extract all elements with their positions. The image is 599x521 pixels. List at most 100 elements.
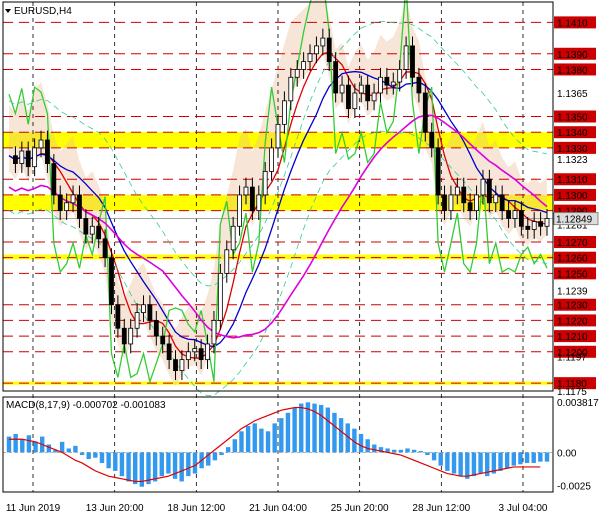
macd-bar-36 — [245, 426, 251, 453]
macd-bar-76 — [511, 452, 516, 466]
macd-bar-67 — [451, 452, 457, 474]
candle-body-54 — [352, 92, 358, 110]
candle-body-78 — [506, 210, 511, 219]
candle-body-9 — [64, 202, 70, 212]
macd-bar-16 — [113, 452, 118, 471]
candle-body-22 — [147, 304, 153, 321]
candle-body-2 — [19, 150, 25, 164]
price-chart[interactable]: 11 Jun 2019 13 Jun 20:00 18 Jun 12:00 21 Ju… — [0, 0, 599, 521]
candle-body-28 — [185, 351, 191, 361]
macd-bar-13 — [93, 452, 98, 458]
macd-label: MACD(8,17,9) -0.000702 -0.001083 — [6, 400, 166, 411]
level-tag-label-1.1330: 1.1330 — [557, 144, 588, 155]
candle-body-75 — [486, 178, 492, 204]
macd-bar-39 — [265, 431, 271, 453]
symbol-label: EURUSD,H4 — [14, 6, 72, 17]
macd-bar-19 — [132, 452, 138, 485]
candle-body-52 — [339, 84, 345, 94]
macd-bar-70 — [471, 452, 477, 477]
candle-body-56 — [365, 84, 371, 102]
macd-bar-60 — [405, 448, 410, 453]
y-tick-label-3: 1.1239 — [557, 287, 588, 298]
candle-body-31 — [205, 343, 210, 361]
macd-bar-61 — [411, 449, 417, 453]
candle-body-20 — [134, 312, 140, 329]
candle-body-70 — [454, 186, 460, 196]
macd-bar-77 — [518, 452, 523, 465]
macd-bar-38 — [259, 428, 264, 453]
candle-body-42 — [275, 123, 281, 149]
macd-bar-37 — [252, 423, 257, 453]
macd-bar-55 — [372, 444, 377, 453]
level-tag-label-1.1300: 1.1300 — [557, 191, 588, 202]
macd-bar-34 — [232, 439, 238, 453]
macd-bar-48 — [325, 407, 331, 453]
x-tick-label-3: 21 Jun 04:00 — [249, 503, 307, 514]
candle-body-27 — [179, 359, 185, 372]
candle-body-11 — [77, 194, 82, 219]
macd-bar-42 — [285, 412, 291, 453]
macd-bar-81 — [544, 452, 550, 462]
y-tick-label-0: 1.1365 — [557, 89, 588, 100]
level-tag-label-1.1390: 1.1390 — [557, 50, 588, 61]
macd-bar-9 — [66, 448, 71, 453]
macd-bar-54 — [365, 439, 370, 453]
macd-bar-17 — [119, 452, 125, 477]
level-tag-label-1.1220: 1.1220 — [557, 316, 588, 327]
candle-body-39 — [256, 194, 262, 212]
macd-bar-65 — [438, 452, 443, 466]
macd-bar-18 — [126, 452, 131, 482]
x-tick-label-5: 28 Jun 12:00 — [412, 503, 470, 514]
macd-bar-22 — [152, 452, 158, 482]
candle-body-35 — [230, 225, 236, 251]
candle-body-32 — [211, 320, 217, 345]
candle-body-10 — [70, 194, 76, 204]
level-tag-label-1.1250: 1.1250 — [557, 269, 588, 280]
macd-bar-59 — [398, 449, 404, 453]
macd-bar-71 — [478, 452, 483, 474]
level-tag-label-1.1350: 1.1350 — [557, 113, 588, 124]
macd-bar-74 — [498, 452, 503, 471]
candle-body-34 — [224, 249, 230, 274]
candle-body-49 — [320, 37, 326, 47]
level-tag-label-1.1410: 1.1410 — [557, 18, 588, 29]
candle-body-19 — [128, 327, 134, 345]
macd-bar-15 — [106, 452, 111, 469]
macd-bar-64 — [431, 452, 437, 461]
macd-y-tick-label-0: 0.003817 — [557, 398, 599, 409]
candle-body-21 — [141, 304, 146, 313]
macd-bar-47 — [318, 404, 324, 453]
candle-body-67 — [435, 147, 441, 196]
macd-bar-11 — [79, 452, 85, 456]
level-tag-label-1.1210: 1.1210 — [557, 332, 588, 343]
candle-body-58 — [378, 76, 383, 94]
candle-body-68 — [442, 194, 447, 212]
level-tag-label-1.1230: 1.1230 — [557, 301, 588, 312]
candle-body-76 — [493, 194, 499, 204]
x-tick-label-4: 25 Jun 20:00 — [331, 503, 389, 514]
candle-body-38 — [249, 186, 255, 212]
y-tick-label-4: 1.1197 — [557, 352, 587, 363]
macd-bar-4 — [33, 441, 38, 453]
macd-bar-68 — [458, 452, 463, 477]
candle-body-36 — [237, 194, 242, 227]
macd-bar-80 — [538, 452, 543, 462]
candle-body-44 — [288, 76, 294, 102]
level-tag-label-1.1310: 1.1310 — [557, 175, 588, 186]
candle-body-81 — [525, 225, 531, 230]
x-tick-label-1: 13 Jun 20:00 — [86, 503, 144, 514]
macd-bar-75 — [504, 452, 510, 469]
candle-body-29 — [192, 348, 198, 353]
macd-bar-44 — [299, 403, 304, 453]
macd-bar-10 — [73, 445, 78, 453]
y-tick-label-1: 1.1323 — [557, 155, 588, 166]
macd-bar-79 — [531, 452, 536, 463]
macd-y-tick-label-2: -0.0025 — [557, 481, 591, 492]
candle-body-79 — [512, 210, 518, 219]
macd-bar-23 — [159, 452, 164, 477]
macd-bar-33 — [225, 447, 231, 453]
macd-y-tick-label-1: 0.00 — [557, 448, 577, 459]
candle-body-30 — [198, 348, 204, 361]
candle-body-14 — [96, 225, 102, 240]
candle-body-3 — [25, 150, 31, 168]
